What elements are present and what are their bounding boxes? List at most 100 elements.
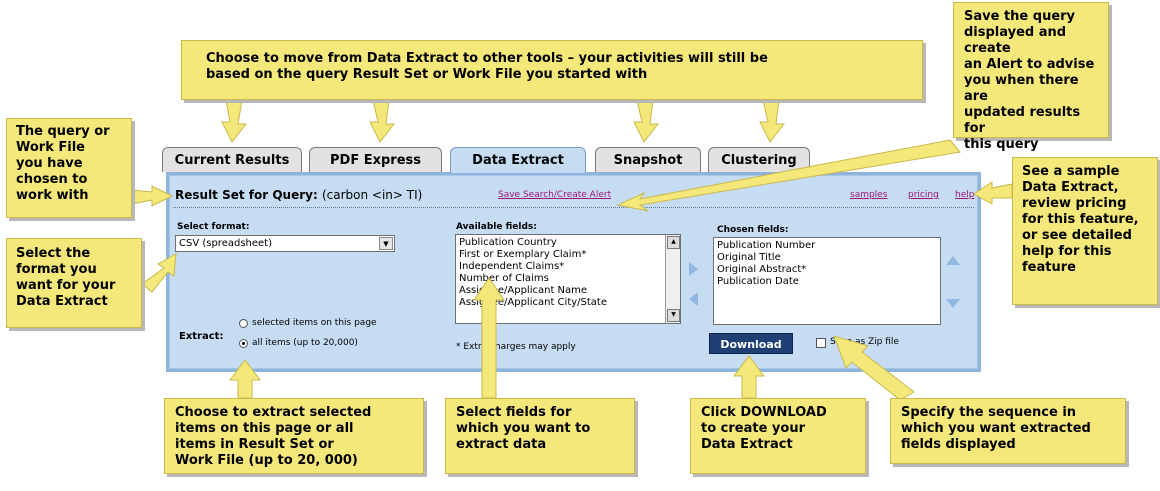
callout-line: Data Extract [701,437,793,452]
callout-line: Work File (up to 20, 000) [175,453,358,468]
format-select[interactable]: CSV (spreadsheet) ▼ [175,235,395,252]
callout-line: Select the [16,246,91,261]
callout-line: format you [16,262,97,277]
chosen-fields-list[interactable]: Publication Number Original Title Origin… [713,237,941,325]
move-down-icon[interactable] [946,299,960,308]
callout-line: work with [16,188,89,203]
arrow-icon [759,99,786,143]
query-label: Result Set for Query: (carbon <in> TI) [175,188,422,202]
radio-all-items-label: all items (up to 20,000) [252,338,358,348]
callout-line: review pricing [1022,196,1127,211]
chosen-fields-label: Chosen fields: [717,225,789,235]
callout-download: Click DOWNLOAD to create your Data Extra… [690,398,866,474]
callout-line: Choose to move from Data Extract to othe… [206,51,768,66]
list-item[interactable]: Assignee/Applicant Name [459,285,677,297]
list-item[interactable]: Publication Number [717,240,937,252]
list-item[interactable]: Original Abstract* [717,264,937,276]
callout-line: which you want extracted [901,421,1091,436]
download-button[interactable]: Download [709,333,793,354]
format-selected-value: CSV (spreadsheet) [179,238,273,249]
callout-line: to create your [701,421,806,436]
callout-select-format: Select the format you want for your Data… [6,238,142,328]
callout-line: for this feature, [1022,212,1139,227]
radio-all-items[interactable] [239,339,248,348]
tab-data-extract[interactable]: Data Extract [450,147,586,173]
radio-selected-items-label: selected items on this page [252,318,377,328]
callout-line: feature [1022,260,1076,275]
available-fields-list[interactable]: Publication Country First or Exemplary C… [455,234,681,324]
callout-line: updated results for [964,105,1081,136]
callout-save-query: Save the query displayed and create an A… [953,2,1109,152]
format-label: Select format: [177,222,250,232]
callout-line: based on the query Result Set or Work Fi… [206,67,648,82]
save-search-link[interactable]: Save Search/Create Alert [498,190,611,200]
callout-line: Data Extract, [1022,180,1119,195]
callout-extract-items: Choose to extract selected items on this… [164,398,424,474]
callout-line: fields displayed [901,437,1016,452]
list-item[interactable]: First or Exemplary Claim* [459,249,677,261]
callout-line: items in Result Set or [175,437,334,452]
list-item[interactable]: Independent Claims* [459,261,677,273]
zip-checkbox[interactable] [816,338,826,348]
callout-line: you when there are [964,73,1079,104]
samples-link[interactable]: samples [850,190,887,200]
pricing-link[interactable]: pricing [908,190,939,200]
callout-line: Choose to extract selected [175,405,372,420]
callout-sequence: Specify the sequence in which you want e… [890,398,1126,464]
callout-line: displayed and create [964,25,1067,56]
move-right-icon[interactable] [689,262,698,276]
callout-line: extract data [456,437,547,452]
order-arrows [946,256,960,308]
callout-line: chosen to [16,172,88,187]
move-left-icon[interactable] [689,292,698,306]
callout-line: help for this [1022,244,1112,259]
chevron-down-icon[interactable]: ▼ [379,237,393,250]
query-value: (carbon <in> TI) [321,188,423,202]
callout-line: want for your [16,278,116,293]
callout-line: Work File [16,140,85,155]
callout-line: Select fields for [456,405,572,420]
callout-line: Data Extract [16,294,108,309]
tab-snapshot[interactable]: Snapshot [595,147,701,172]
help-link[interactable]: help [955,190,974,200]
zip-checkbox-label: Save as Zip file [830,337,899,347]
available-fields-scrollbar[interactable]: ▲ ▼ [665,235,680,323]
callout-sample-pricing-help: See a sample Data Extract, review pricin… [1012,157,1158,305]
callout-line: or see detailed [1022,228,1132,243]
callout-line: Save the query [964,9,1076,24]
list-item[interactable]: Publication Date [717,276,937,288]
callout-other-tools: Choose to move from Data Extract to othe… [181,40,923,100]
available-fields-label: Available fields: [456,222,537,232]
query-label-text: Result Set for Query: [175,188,318,202]
move-arrows [689,262,698,306]
radio-selected-items[interactable] [239,319,248,328]
callout-line: this query [964,137,1039,152]
callout-line: an Alert to advise [964,57,1095,72]
extract-label: Extract: [179,331,224,342]
callout-line: Click DOWNLOAD [701,405,827,420]
query-bar: Result Set for Query: (carbon <in> TI) S… [173,185,974,208]
tab-clustering[interactable]: Clustering [708,147,810,172]
arrow-icon [633,99,660,143]
arrow-icon [369,99,396,143]
callout-query-work-file: The query or Work File you have chosen t… [6,118,132,218]
callout-line: Specify the sequence in [901,405,1077,420]
tab-current-results[interactable]: Current Results [162,147,302,172]
callout-line: See a sample [1022,164,1120,179]
list-item[interactable]: Assignee/Applicant City/State [459,297,677,309]
scroll-up-icon[interactable]: ▲ [667,236,680,249]
list-item[interactable]: Original Title [717,252,937,264]
callout-line: you have [16,156,83,171]
callout-line: The query or [16,124,110,139]
data-extract-panel: Result Set for Query: (carbon <in> TI) S… [166,172,981,372]
callout-line: items on this page or all [175,421,354,436]
arrow-icon [221,99,248,143]
callout-select-fields: Select fields for which you want to extr… [445,398,635,474]
list-item[interactable]: Number of Claims [459,273,677,285]
move-up-icon[interactable] [946,256,960,265]
callout-line: which you want to [456,421,591,436]
tab-pdf-express[interactable]: PDF Express [309,147,442,172]
scroll-down-icon[interactable]: ▼ [667,309,680,322]
list-item[interactable]: Publication Country [459,237,677,249]
extra-charges-note: * Extra charges may apply [456,342,576,352]
